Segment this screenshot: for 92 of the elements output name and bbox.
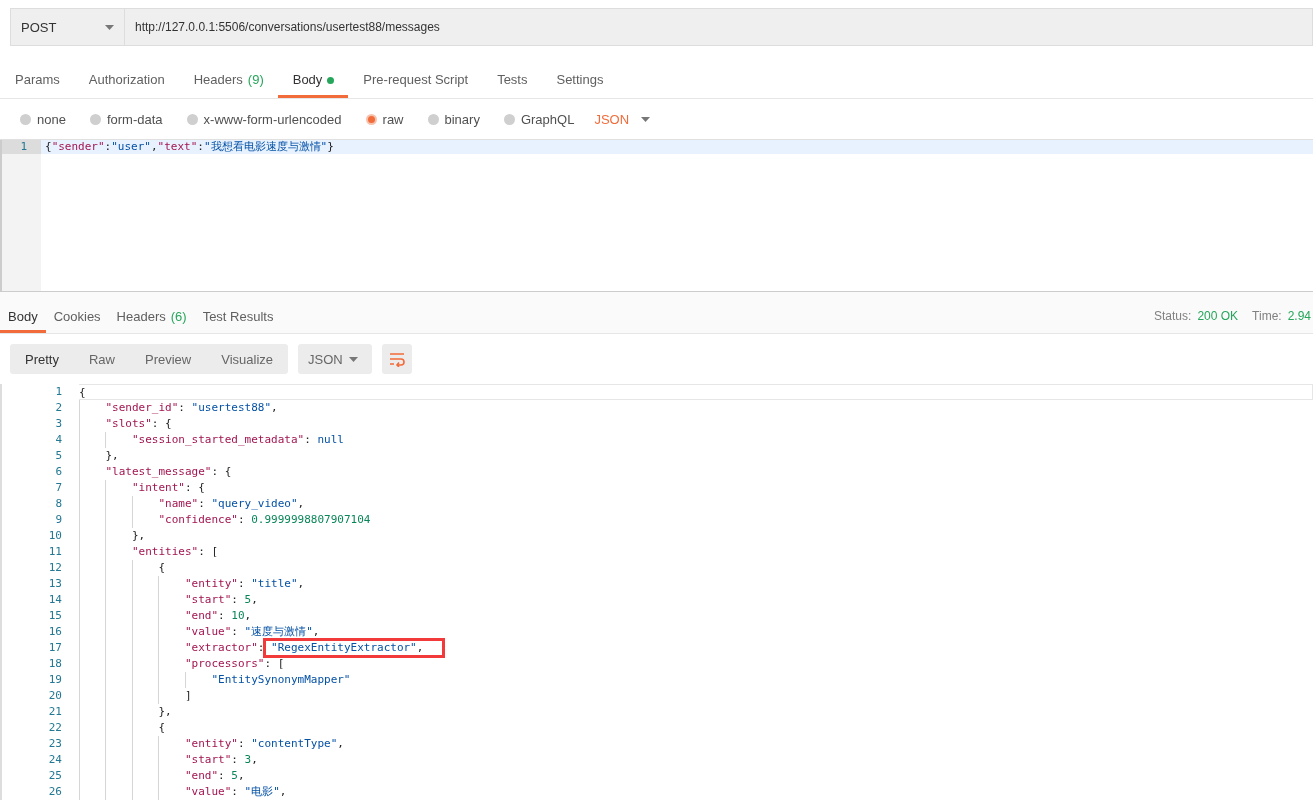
line-number: 5 [54,448,62,464]
line-number: 6 [54,464,62,480]
line-number: 15 [47,608,62,624]
radio-option[interactable]: binary [427,111,480,127]
radio-label: raw [382,111,404,127]
line-number: 19 [47,672,62,688]
code-line: { [158,720,166,736]
code-line: "entity": "contentType", [184,736,344,752]
line-number: 16 [47,624,62,640]
caret-icon [641,116,651,122]
tab[interactable]: Params [0,64,74,98]
line-number: 18 [47,656,62,672]
wrap-lines-icon [389,351,406,367]
line-number: 25 [47,768,62,784]
wrap-lines-button[interactable] [382,344,413,374]
radio-label: binary [444,111,480,127]
url-field[interactable]: http://127.0.0.1:5506/conversations/usertest88/messages [125,8,1313,46]
format-dropdown[interactable]: JSON [298,344,373,374]
line-number: 26 [47,784,62,800]
line-number: 21 [47,704,62,720]
radio-label: GraphQL [520,111,575,127]
line-number: 7 [54,480,62,496]
line-number: 10 [47,528,62,544]
code-line: "intent": { [131,480,205,496]
line-number: 23 [47,736,62,752]
line-number: 22 [47,720,62,736]
line-number: 12 [47,560,62,576]
code-line: { [158,560,166,576]
code-line: "name": "query_video", [158,496,305,512]
tab[interactable]: Tests [482,64,542,98]
line-number: 1 [54,384,62,400]
code-line: }, [158,704,172,720]
line-number: 24 [47,752,62,768]
code-line: "session_started_metadata": null [131,432,344,448]
code-line: "value": "电影", [184,784,287,800]
status-label: Status: [1154,309,1192,323]
line-number: 13 [47,576,62,592]
code-line: "start": 5, [184,592,258,608]
line-number: 8 [54,496,62,512]
code-line: }, [131,528,146,544]
radio-option[interactable]: raw [365,111,404,127]
line-number: 4 [54,432,62,448]
view-mode-button[interactable]: Pretty [10,351,74,367]
tab[interactable]: Cookies [45,309,109,333]
code-line: "processors": [ [184,656,285,672]
code-line: ] [184,688,192,704]
view-mode-button[interactable]: Raw [73,351,130,367]
code-line: "slots": { [105,416,172,432]
code-line: "confidence": 0.9999998807907104 [158,512,371,528]
tab[interactable]: Body [277,64,349,98]
code-line: "entity": "title", [184,576,305,592]
tab[interactable]: Authorization [73,64,179,98]
method-dropdown[interactable]: POST [10,8,125,46]
status-value: 200 OK [1197,309,1239,323]
time-label: Time: [1252,309,1282,323]
code-line: "value": "速度与激情", [184,624,320,640]
code-line: "sender_id": "usertest88", [105,400,278,416]
view-mode-button[interactable]: Visualize [206,351,289,367]
radio-label: none [37,111,66,127]
radio-label: form-data [106,111,163,127]
line-number: 14 [47,592,62,608]
tab-count: (9) [247,72,264,87]
radio-option[interactable]: GraphQL [503,111,575,127]
line-number: 1 [2,140,41,154]
tab[interactable]: Headers (6) [108,309,195,333]
code-line: "start": 3, [184,752,258,768]
code-line: { [79,385,86,399]
view-mode-button[interactable]: Preview [130,351,207,367]
tab[interactable]: Test Results [194,309,282,333]
code-line: }, [105,448,119,464]
code-line: "end": 10, [184,608,252,624]
radio-option[interactable]: none [20,111,66,127]
tab[interactable]: Headers (9) [178,64,278,98]
code-line: "EntitySynonymMapper" [211,672,351,688]
code-line: "entities": [ [131,544,219,560]
tab[interactable]: Pre-request Script [348,64,483,98]
line-number: 9 [54,512,62,528]
line-number: 2 [54,400,62,416]
tab[interactable]: Settings [541,64,618,98]
tab-count: (6) [170,309,187,324]
tab[interactable]: Body [0,309,46,333]
code-line: "end": 5, [184,768,245,784]
line-number: 3 [54,416,62,432]
code-line: "extractor": "RegexEntityExtractor", [184,640,424,656]
caret-icon [349,356,359,362]
radio-option[interactable]: form-data [89,111,163,127]
line-number: 17 [47,640,62,656]
line-number: 11 [47,544,62,560]
code-line: "latest_message": { [105,464,232,480]
caret-icon [105,24,114,30]
time-value: 2.94 [1287,309,1311,323]
line-number: 20 [47,688,62,704]
